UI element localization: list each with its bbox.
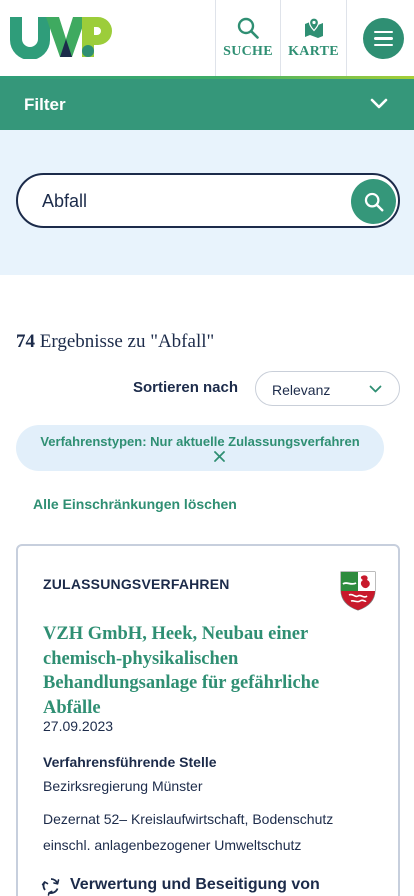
site-header: SUCHE KARTE — [0, 0, 414, 76]
search-input[interactable] — [42, 189, 342, 213]
search-icon — [237, 17, 259, 39]
menu-button[interactable] — [363, 18, 404, 59]
search-nav-button[interactable]: SUCHE — [216, 0, 280, 76]
search-submit-button[interactable] — [351, 179, 396, 224]
result-card[interactable]: ZULASSUNGSVERFAHREN VZH GmbH, Heek, Neub… — [16, 544, 400, 896]
filter-title: Filter — [24, 95, 66, 114]
chevron-down-icon — [369, 385, 382, 393]
procedure-category: Verwertung und Beseitigung von — [70, 876, 320, 893]
procedure-date: 27.09.2023 — [43, 718, 114, 734]
recycling-icon — [41, 878, 60, 896]
close-icon[interactable] — [213, 450, 226, 463]
map-nav-button[interactable]: KARTE — [281, 0, 346, 76]
search-nav-label: SUCHE — [223, 44, 273, 59]
map-icon — [304, 17, 323, 38]
chevron-down-icon — [370, 98, 388, 109]
sort-selected-value: Relevanz — [272, 382, 331, 398]
procedure-type: ZULASSUNGSVERFAHREN — [43, 576, 230, 592]
clear-all-filters-link[interactable]: Alle Einschränkungen löschen — [33, 496, 237, 512]
procedure-title-link[interactable]: VZH GmbH, Heek, Neubau einer chemisch-ph… — [43, 622, 363, 720]
sort-select[interactable]: Relevanz — [255, 371, 400, 406]
search-section — [0, 130, 414, 275]
active-filter-chip[interactable]: Verfahrenstypen: Nur aktuelle Zulassungs… — [16, 425, 384, 471]
authority-heading: Verfahrensführende Stelle — [43, 754, 217, 770]
header-divider — [346, 0, 347, 76]
result-count: 74 Ergebnisse zu "Abfall" — [16, 331, 214, 353]
active-filter-label: Verfahrenstypen: Nur aktuelle Zulassungs… — [40, 434, 360, 449]
result-count-number: 74 — [16, 331, 35, 352]
hamburger-menu-icon — [374, 30, 393, 34]
uvp-logo[interactable] — [8, 13, 112, 60]
authority-department: Dezernat 52– Kreislaufwirtschaft, Bodens… — [43, 811, 334, 853]
search-box — [16, 173, 400, 228]
nrw-coat-of-arms-icon — [340, 571, 376, 611]
map-nav-label: KARTE — [288, 44, 339, 59]
result-count-label: Ergebnisse zu "Abfall" — [39, 331, 215, 352]
search-icon — [364, 192, 383, 211]
authority-name: Bezirksregierung Münster — [43, 778, 203, 794]
sort-label: Sortieren nach — [133, 379, 239, 396]
filter-toggle[interactable]: Filter — [0, 79, 414, 130]
